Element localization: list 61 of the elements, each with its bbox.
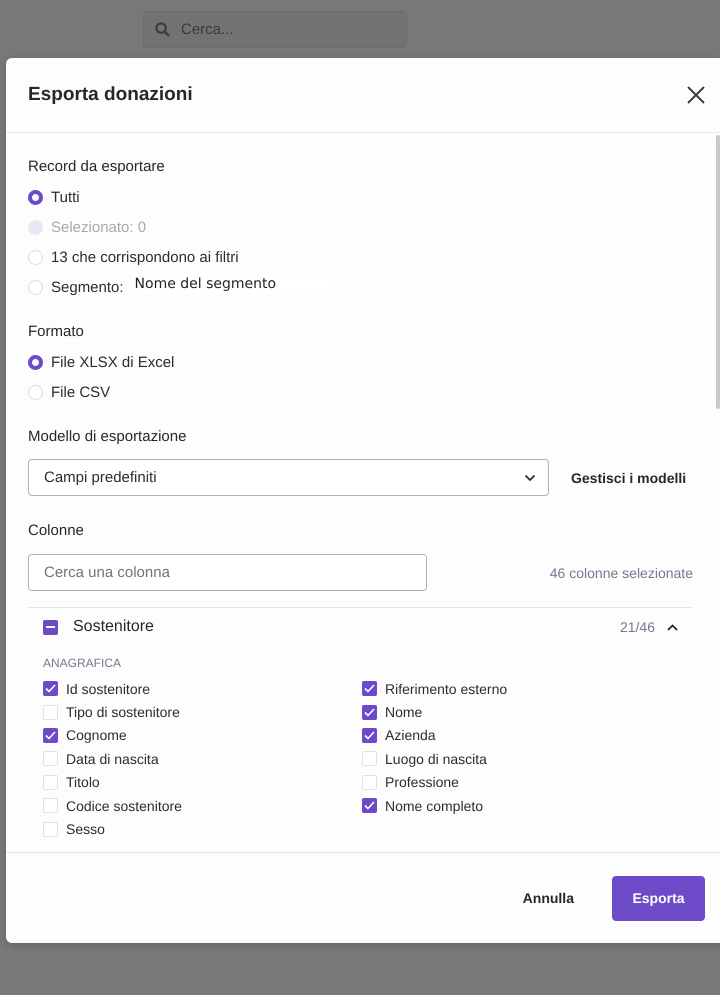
section-label: Formato	[28, 322, 85, 342]
section-label: Record da esportare	[28, 157, 166, 177]
manage-templates-link[interactable]: Gestisci i modelli	[571, 470, 686, 486]
checkbox-label: Data di nascita	[66, 750, 159, 767]
section-label: Colonne	[28, 521, 85, 541]
minus-icon	[46, 626, 55, 628]
group-name: Sostenitore	[73, 618, 155, 636]
checkbox-label: Azienda	[385, 727, 436, 744]
option-label: 13 che corrispondono ai filtri	[51, 248, 239, 266]
scrollbar-thumb[interactable]	[716, 135, 720, 409]
checkbox[interactable]	[362, 681, 377, 696]
checkbox[interactable]	[43, 822, 58, 837]
check-icon	[364, 730, 375, 740]
group-count: 21/46	[620, 619, 655, 635]
option-label: File CSV	[51, 384, 110, 400]
search-icon	[155, 22, 170, 37]
checkbox-label: Id sostenitore	[66, 680, 150, 697]
checkbox-label: Titolo	[66, 774, 100, 790]
check-icon	[364, 684, 375, 694]
group-checkbox[interactable]	[43, 620, 58, 634]
checkbox-label: Cognome	[66, 727, 127, 744]
checkbox[interactable]	[43, 751, 58, 766]
checkbox-label: Nome	[385, 704, 422, 720]
selected-count: 46 colonne selezionate	[550, 564, 693, 580]
option-label: Segmento:	[51, 278, 124, 296]
checkbox[interactable]	[43, 681, 58, 696]
search-field[interactable]: Cerca...	[143, 11, 407, 48]
checkbox[interactable]	[43, 798, 58, 814]
checkbox-label: Codice sostenitore	[66, 798, 182, 814]
cancel-button[interactable]: Annulla	[522, 890, 574, 906]
checkbox[interactable]	[362, 728, 377, 743]
section-label: Modello di esportazione	[28, 427, 188, 447]
check-icon	[45, 730, 56, 740]
section-heading: ANAGRAFICA	[43, 656, 122, 670]
checkbox[interactable]	[362, 774, 377, 790]
radio-button[interactable]	[28, 354, 43, 370]
checkbox[interactable]	[43, 728, 58, 743]
check-icon	[364, 708, 375, 717]
checkbox[interactable]	[43, 774, 58, 790]
option-label: File XLSX di Excel	[51, 354, 174, 370]
checkbox[interactable]	[362, 704, 377, 720]
template-dropdown[interactable]: Campi predefiniti	[28, 459, 549, 496]
checkbox-label: Tipo di sostenitore	[66, 704, 180, 720]
checkbox-label: Riferimento esterno	[385, 680, 508, 697]
check-icon	[45, 684, 56, 694]
checkbox-label: Sesso	[66, 821, 105, 838]
checkbox[interactable]	[362, 798, 377, 814]
option-label: Tutti	[51, 188, 80, 206]
checkbox-label: Luogo di nascita	[385, 750, 487, 767]
dialog-title: Esporta donazioni	[28, 84, 193, 106]
option-label: Selezionato: 0	[51, 218, 146, 236]
radio-button[interactable]	[28, 190, 43, 204]
collapse-icon[interactable]	[667, 624, 678, 630]
export-button[interactable]: Esporta	[612, 876, 705, 920]
checkbox-label: Nome completo	[385, 798, 484, 814]
check-icon	[364, 801, 375, 810]
column-search-field[interactable]: Cerca una colonna	[28, 554, 427, 591]
chevron-down-icon	[524, 474, 536, 482]
checkbox-label: Professione	[385, 774, 459, 790]
checkbox[interactable]	[43, 704, 58, 720]
checkbox[interactable]	[362, 751, 377, 766]
